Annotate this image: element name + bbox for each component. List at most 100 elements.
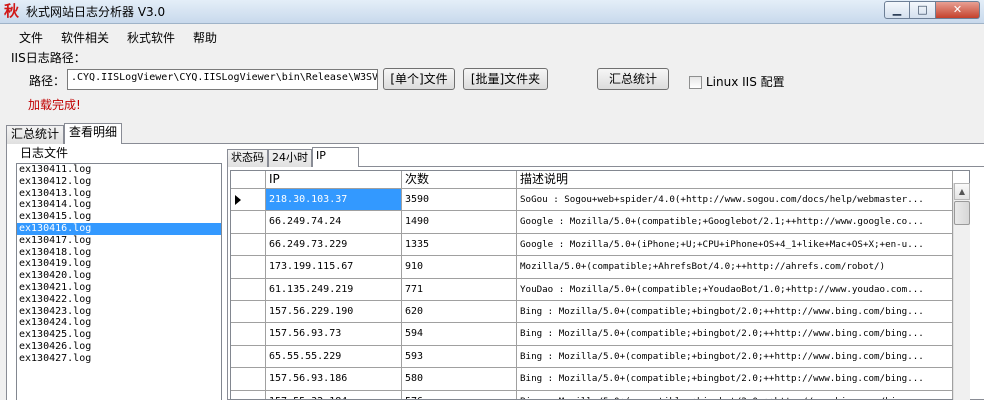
list-item[interactable]: ex130419.log [17, 258, 221, 270]
grid-rows: 218.30.103.37 3590 SoGou : Sogou+web+spi… [231, 189, 955, 399]
list-item[interactable]: ex130423.log [17, 306, 221, 318]
list-item-selected[interactable]: ex130416.log [17, 222, 221, 235]
description-cell[interactable]: Google : Mozilla/5.0+(compatible;+Google… [517, 211, 953, 233]
ip-cell[interactable]: 157.56.93.73 [266, 323, 402, 345]
count-cell[interactable]: 580 [402, 368, 517, 390]
table-row[interactable]: 61.135.249.219 771 YouDao : Mozilla/5.0+… [231, 278, 955, 301]
ip-cell[interactable]: 61.135.249.219 [266, 278, 402, 300]
table-row[interactable]: 65.55.55.229 593 Bing : Mozilla/5.0+(com… [231, 345, 955, 369]
ip-cell[interactable]: 218.30.103.37 [266, 189, 402, 211]
tab-status-code[interactable]: 状态码 [227, 149, 268, 167]
list-item[interactable]: ex130426.log [17, 341, 221, 353]
count-cell[interactable]: 1490 [402, 211, 517, 233]
menu-software[interactable]: 软件相关 [52, 28, 118, 48]
row-header[interactable] [231, 300, 266, 323]
list-item[interactable]: ex130425.log [17, 329, 221, 341]
list-item[interactable]: ex130427.log [17, 353, 221, 365]
window-controls: ▁ □ ✕ [884, 1, 980, 19]
ip-cell[interactable]: 66.249.73.229 [266, 233, 402, 256]
single-file-button[interactable]: [单个]文件 [383, 68, 455, 90]
row-header[interactable] [231, 211, 266, 233]
description-cell[interactable]: Google : Mozilla/5.0+(iPhone;+U;+CPU+iPh… [517, 233, 953, 256]
tab-24-hours[interactable]: 24小时 [268, 149, 312, 167]
app-icon: 秋 [4, 2, 20, 20]
list-item[interactable]: ex130411.log [17, 164, 221, 176]
row-header[interactable] [231, 345, 266, 368]
ip-cell[interactable]: 66.249.74.24 [266, 211, 402, 233]
row-header[interactable] [231, 390, 266, 399]
log-files-group-label: 日志文件 [18, 146, 71, 160]
ip-data-grid[interactable]: IP 次数 描述说明 218.30.103.37 3590 SoGou : So… [230, 170, 970, 400]
list-item[interactable]: ex130417.log [17, 235, 221, 247]
list-item[interactable]: ex130418.log [17, 247, 221, 259]
table-row[interactable]: 173.199.115.67 910 Mozilla/5.0+(compatib… [231, 256, 955, 279]
ip-cell[interactable]: 65.55.55.229 [266, 345, 402, 368]
list-item[interactable]: ex130412.log [17, 176, 221, 188]
description-cell[interactable]: SoGou : Sogou+web+spider/4.0(+http://www… [517, 189, 953, 211]
row-header[interactable] [231, 189, 266, 211]
path-input[interactable]: .CYQ.IISLogViewer\CYQ.IISLogViewer\bin\R… [67, 69, 378, 90]
table-row[interactable]: 157.56.93.186 580 Bing : Mozilla/5.0+(co… [231, 368, 955, 391]
grid-vertical-scrollbar[interactable]: ▲ [953, 183, 970, 400]
row-header[interactable] [231, 323, 266, 345]
list-item[interactable]: ex130414.log [17, 199, 221, 211]
count-cell[interactable]: 593 [402, 345, 517, 368]
description-cell[interactable]: Mozilla/5.0+(compatible;+AhrefsBot/4.0;+… [517, 256, 953, 278]
count-cell[interactable]: 771 [402, 278, 517, 300]
tab-summary[interactable]: 汇总统计 [6, 125, 65, 144]
linux-iis-checkbox[interactable] [689, 76, 702, 89]
ip-cell[interactable]: 157.55.32.184 [266, 390, 402, 399]
description-cell[interactable]: Bing : Mozilla/5.0+(compatible;+bingbot/… [517, 368, 953, 390]
description-cell[interactable]: Bing : Mozilla/5.0+(compatible;+bingbot/… [517, 390, 953, 399]
close-button[interactable]: ✕ [936, 1, 980, 19]
ip-cell[interactable]: 157.56.229.190 [266, 300, 402, 323]
row-header[interactable] [231, 278, 266, 300]
list-item[interactable]: ex130420.log [17, 270, 221, 282]
list-item[interactable]: ex130422.log [17, 294, 221, 306]
list-item[interactable]: ex130413.log [17, 188, 221, 200]
ip-cell[interactable]: 157.56.93.186 [266, 368, 402, 390]
scroll-up-arrow-icon[interactable]: ▲ [954, 183, 970, 200]
description-cell[interactable]: YouDao : Mozilla/5.0+(compatible;+Youdao… [517, 278, 953, 300]
menu-qiu-software[interactable]: 秋式软件 [118, 28, 184, 48]
table-row[interactable]: 66.249.73.229 1335 Google : Mozilla/5.0+… [231, 233, 955, 257]
list-item[interactable]: ex130424.log [17, 317, 221, 329]
table-row[interactable]: 66.249.74.24 1490 Google : Mozilla/5.0+(… [231, 211, 955, 234]
table-row[interactable]: 157.56.93.73 594 Bing : Mozilla/5.0+(com… [231, 323, 955, 346]
description-cell[interactable]: Bing : Mozilla/5.0+(compatible;+bingbot/… [517, 323, 953, 345]
scroll-thumb[interactable] [954, 201, 970, 225]
grid-header: IP 次数 描述说明 [231, 171, 969, 189]
list-item[interactable]: ex130421.log [17, 282, 221, 294]
row-header[interactable] [231, 368, 266, 390]
column-header-ip[interactable]: IP [266, 171, 402, 188]
count-cell[interactable]: 1335 [402, 233, 517, 256]
menu-file[interactable]: 文件 [0, 28, 52, 48]
column-header-description[interactable]: 描述说明 [517, 171, 953, 188]
menu-help[interactable]: 帮助 [184, 28, 226, 48]
path-label: 路径： [29, 74, 66, 88]
table-row[interactable]: 157.56.229.190 620 Bing : Mozilla/5.0+(c… [231, 300, 955, 324]
count-cell[interactable]: 594 [402, 323, 517, 345]
count-cell[interactable]: 3590 [402, 189, 517, 211]
count-cell[interactable]: 576 [402, 390, 517, 399]
maximize-button[interactable]: □ [910, 1, 936, 19]
row-header[interactable] [231, 233, 266, 256]
summary-stats-button[interactable]: 汇总统计 [597, 68, 669, 90]
count-cell[interactable]: 910 [402, 256, 517, 278]
tab-details[interactable]: 查看明细 [64, 123, 123, 144]
description-cell[interactable]: Bing : Mozilla/5.0+(compatible;+bingbot/… [517, 345, 953, 368]
table-row[interactable]: 157.55.32.184 576 Bing : Mozilla/5.0+(co… [231, 390, 955, 399]
table-row[interactable]: 218.30.103.37 3590 SoGou : Sogou+web+spi… [231, 189, 955, 212]
ip-cell[interactable]: 173.199.115.67 [266, 256, 402, 278]
log-file-list[interactable]: ex130411.log ex130412.log ex130413.log e… [16, 163, 222, 400]
status-text: 加载完成! [28, 98, 81, 112]
description-cell[interactable]: Bing : Mozilla/5.0+(compatible;+bingbot/… [517, 300, 953, 323]
batch-folder-button[interactable]: [批量]文件夹 [463, 68, 548, 90]
list-item[interactable]: ex130415.log [17, 211, 221, 223]
count-cell[interactable]: 620 [402, 300, 517, 323]
minimize-button[interactable]: ▁ [884, 1, 910, 19]
row-header[interactable] [231, 256, 266, 278]
column-header-count[interactable]: 次数 [402, 171, 517, 188]
tab-ip[interactable]: IP [312, 147, 359, 167]
linux-iis-label[interactable]: Linux IIS 配置 [706, 74, 785, 90]
